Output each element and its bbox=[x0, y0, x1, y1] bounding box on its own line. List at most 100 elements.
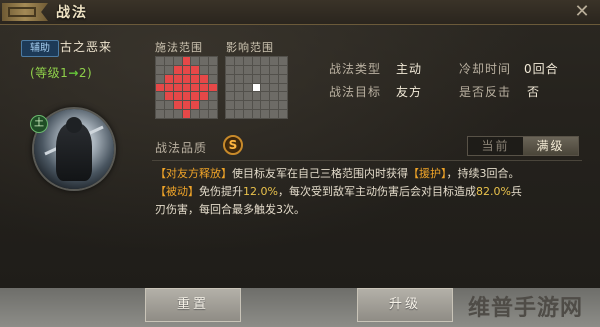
range-cell bbox=[243, 83, 252, 92]
range-cell bbox=[156, 57, 164, 65]
range-cell bbox=[156, 83, 164, 92]
tab-max-level[interactable]: 满级 bbox=[523, 137, 578, 155]
description-line-3: 刃伤害，每回合最多触发3次。 bbox=[155, 203, 305, 216]
effect-range-label: 影响范围 bbox=[226, 41, 274, 54]
range-cell bbox=[191, 65, 200, 74]
range-cell bbox=[173, 83, 182, 92]
range-cell bbox=[279, 74, 287, 83]
range-cell bbox=[173, 57, 182, 65]
range-cell bbox=[243, 92, 252, 101]
range-cell bbox=[173, 74, 182, 83]
range-cell bbox=[270, 74, 279, 83]
divider bbox=[152, 160, 582, 161]
range-cell bbox=[156, 65, 164, 74]
range-cell bbox=[200, 110, 209, 118]
range-cell bbox=[270, 101, 279, 110]
range-cell bbox=[209, 74, 217, 83]
range-cell bbox=[279, 57, 287, 65]
range-cell bbox=[164, 57, 173, 65]
passive-tag: 【被动】 bbox=[155, 185, 199, 198]
range-cell bbox=[234, 74, 243, 83]
range-cell bbox=[226, 110, 234, 118]
element-tag-icon: 土 bbox=[30, 115, 48, 133]
desc-text: 免伤提升 bbox=[199, 185, 243, 198]
range-cell bbox=[156, 74, 164, 83]
range-cell bbox=[200, 92, 209, 101]
skill-target-value: 友方 bbox=[396, 85, 423, 99]
range-cell bbox=[164, 65, 173, 74]
range-cell bbox=[234, 65, 243, 74]
skill-quality-label: 战法品质 bbox=[155, 141, 208, 155]
range-cell bbox=[200, 65, 209, 74]
quality-grade-badge: S bbox=[223, 135, 243, 155]
range-cell bbox=[261, 57, 270, 65]
portrait-figure bbox=[56, 117, 92, 181]
range-cell bbox=[209, 101, 217, 110]
damage-reduction-value: 12.0% bbox=[243, 185, 278, 198]
range-cell bbox=[261, 83, 270, 92]
cast-range-label: 施法范围 bbox=[155, 41, 203, 54]
damage-rate-value: 82.0% bbox=[475, 185, 511, 198]
close-button[interactable]: ✕ bbox=[572, 2, 592, 22]
range-cell bbox=[209, 83, 217, 92]
range-cell bbox=[191, 92, 200, 101]
range-cell bbox=[252, 65, 261, 74]
tab-current[interactable]: 当前 bbox=[468, 137, 523, 155]
range-cell bbox=[270, 83, 279, 92]
range-cell bbox=[261, 92, 270, 101]
level-from: (等级1 bbox=[30, 66, 69, 80]
range-cell bbox=[191, 74, 200, 83]
range-cell bbox=[234, 92, 243, 101]
range-cell bbox=[226, 57, 234, 65]
range-cell bbox=[156, 110, 164, 118]
range-cell bbox=[200, 74, 209, 83]
range-cell bbox=[243, 74, 252, 83]
range-cell bbox=[182, 57, 191, 65]
range-cell bbox=[252, 92, 261, 101]
effect-range-grid bbox=[225, 56, 288, 119]
title-bar: 战法 ✕ bbox=[0, 0, 600, 25]
range-cell bbox=[200, 83, 209, 92]
buff-tag: 【援护】 bbox=[408, 167, 447, 180]
range-cell bbox=[243, 65, 252, 74]
role-badge: 辅助 bbox=[21, 40, 59, 57]
range-cell bbox=[173, 101, 182, 110]
range-cell bbox=[234, 57, 243, 65]
upgrade-button[interactable]: 升级 bbox=[357, 288, 453, 322]
range-cell bbox=[182, 101, 191, 110]
range-cell bbox=[200, 57, 209, 65]
range-cell bbox=[234, 83, 243, 92]
window-title: 战法 bbox=[56, 5, 88, 21]
range-cell bbox=[173, 65, 182, 74]
desc-text: ，持续3回合。 bbox=[446, 167, 520, 180]
range-cell bbox=[182, 74, 191, 83]
cast-range-grid bbox=[155, 56, 218, 119]
range-cell bbox=[279, 65, 287, 74]
range-cell bbox=[164, 101, 173, 110]
counter-label: 是否反击 bbox=[459, 85, 512, 99]
range-cell bbox=[226, 101, 234, 110]
description-line-1: 【对友方释放】使目标友军在自己三格范围内时获得【援护】，持续3回合。 bbox=[155, 166, 520, 181]
desc-text: 兵 bbox=[510, 185, 522, 198]
range-cell bbox=[279, 110, 287, 118]
range-cell bbox=[173, 110, 182, 118]
cooldown-value: 0回合 bbox=[524, 62, 559, 76]
range-cell bbox=[243, 57, 252, 65]
range-cell bbox=[164, 74, 173, 83]
level-arrow-icon: → bbox=[68, 66, 79, 80]
range-cell bbox=[261, 74, 270, 83]
range-cell bbox=[252, 110, 261, 118]
range-cell bbox=[226, 83, 234, 92]
range-cell bbox=[270, 57, 279, 65]
range-cell bbox=[252, 74, 261, 83]
range-cell bbox=[234, 110, 243, 118]
range-cell bbox=[191, 110, 200, 118]
range-cell bbox=[279, 92, 287, 101]
skill-type-label: 战法类型 bbox=[329, 62, 382, 76]
range-cell bbox=[252, 57, 261, 65]
range-cell bbox=[234, 101, 243, 110]
reset-button[interactable]: 重置 bbox=[145, 288, 241, 322]
range-cell bbox=[182, 83, 191, 92]
cooldown-label: 冷却时间 bbox=[459, 62, 512, 76]
range-cell bbox=[200, 101, 209, 110]
